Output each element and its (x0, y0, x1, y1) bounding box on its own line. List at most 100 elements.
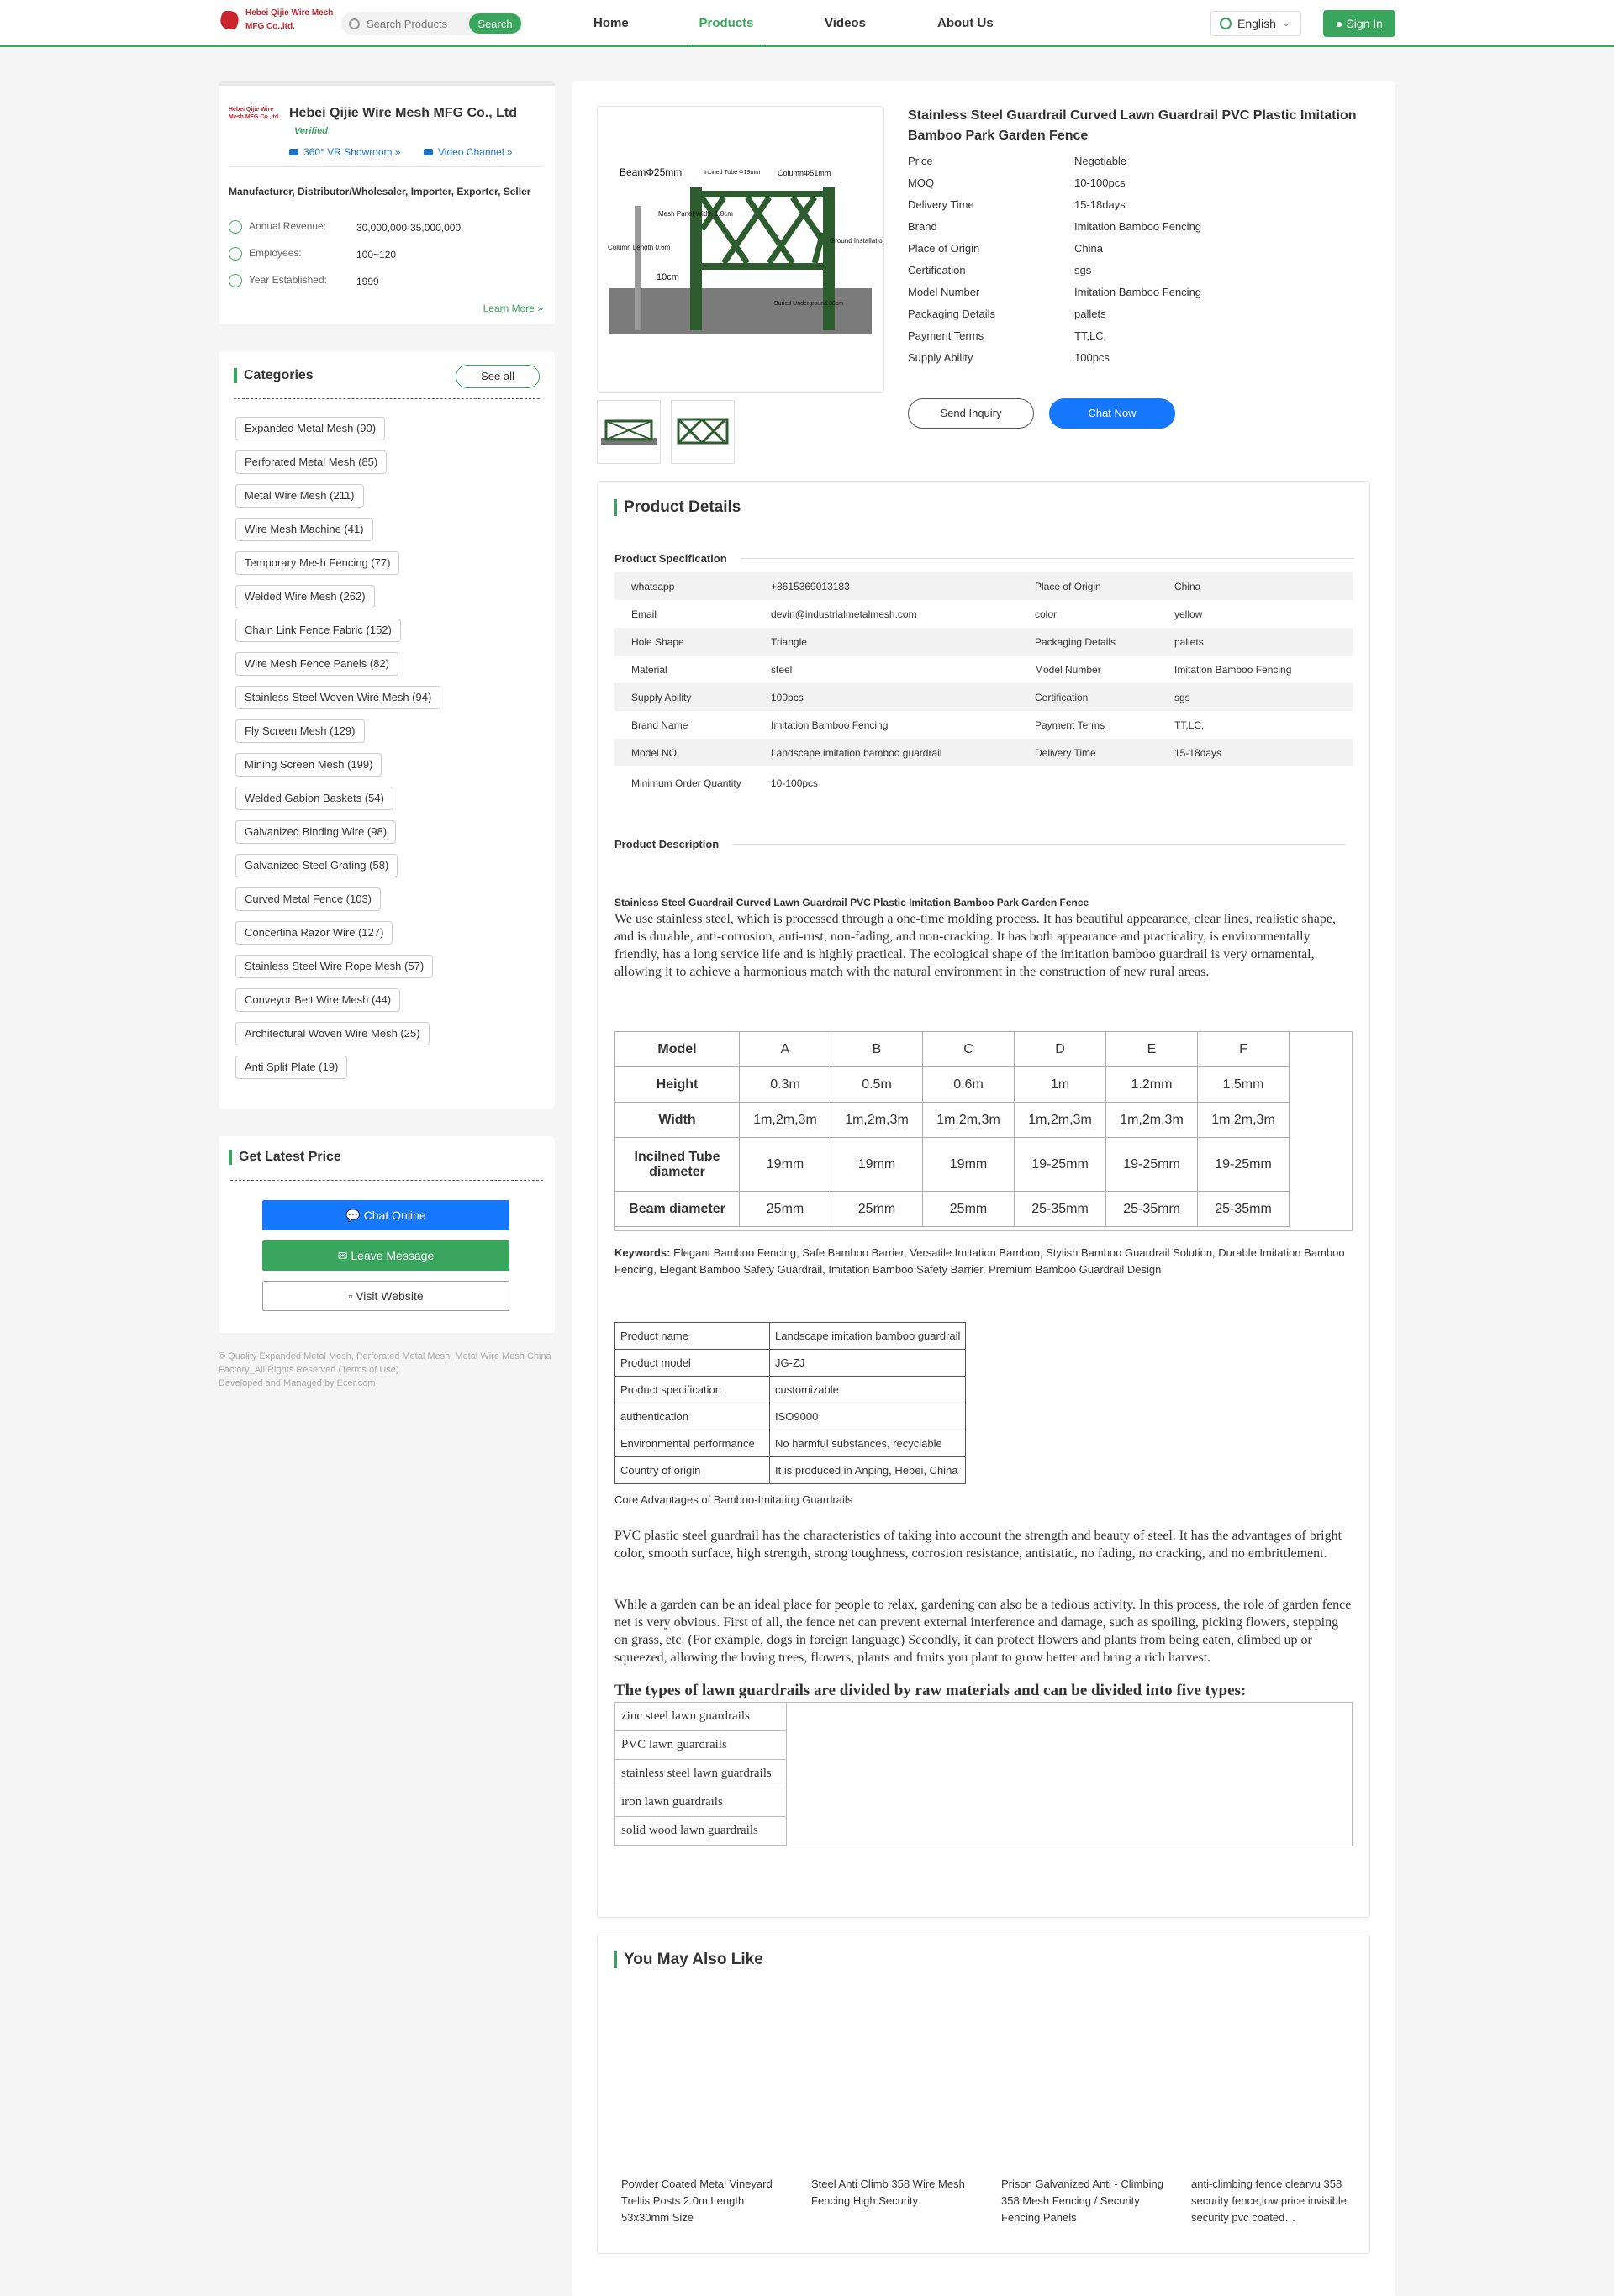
related-product-image[interactable] (1001, 2003, 1169, 2171)
category-item[interactable]: Metal Wire Mesh (211) (235, 484, 364, 508)
table-row: Brand Name Imitation Bamboo Fencing Paymen… (631, 719, 1205, 731)
video-channel-label: Video Channel (438, 146, 504, 158)
visit-website-label: Visit Website (356, 1289, 424, 1303)
category-item[interactable]: Temporary Mesh Fencing (77) (235, 551, 400, 575)
footer-copyright: © Quality Expanded Metal Mesh, Perforate… (219, 1351, 551, 1375)
divider (234, 398, 540, 399)
chat-now-button[interactable]: Chat Now (1049, 398, 1175, 429)
attr-key: Payment Terms (908, 329, 984, 342)
category-item[interactable]: Galvanized Binding Wire (98) (235, 820, 397, 844)
category-item[interactable]: Fly Screen Mesh (129) (235, 719, 365, 743)
attr-value: 15-18days (1074, 198, 1126, 211)
related-product-card[interactable]: Prison Galvanized Anti - Climbing 358 Me… (1001, 2003, 1169, 2226)
related-product-image[interactable] (1191, 2003, 1359, 2171)
attr-key: Packaging Details (908, 308, 996, 320)
see-all-button[interactable]: See all (456, 365, 540, 388)
related-product-card[interactable]: Powder Coated Metal Vineyard Trellis Pos… (621, 2003, 789, 2226)
paragraph-garden: While a garden can be an ideal place for… (614, 1598, 1352, 1665)
category-item[interactable]: Wire Mesh Machine (41) (235, 518, 373, 541)
divider (230, 1180, 543, 1181)
attr-key: Brand (908, 220, 937, 233)
category-item[interactable]: Architectural Woven Wire Mesh (25) (235, 1022, 430, 1045)
video-icon (424, 149, 433, 155)
table-row: Environmental performance No harmful subs… (614, 1430, 967, 1457)
nav-videos[interactable]: Videos (825, 0, 866, 47)
category-item[interactable]: Mining Screen Mesh (199) (235, 753, 382, 777)
category-item[interactable]: Conveyor Belt Wire Mesh (44) (235, 988, 401, 1012)
category-item[interactable]: Anti Split Plate (19) (235, 1056, 348, 1079)
related-product-image[interactable] (811, 2003, 979, 2171)
attr-key: Certification (908, 264, 966, 276)
nav-home[interactable]: Home (593, 0, 629, 47)
company-logo[interactable]: Hebei Qijie Wire Mesh MFG Co.,ltd. (229, 106, 287, 129)
category-item[interactable]: Expanded Metal Mesh (90) (235, 417, 386, 440)
label-tube: Incined Tube Φ19mm (704, 170, 760, 176)
site-logo[interactable]: Hebei Qijie Wire Mesh MFG Co.,ltd. (218, 7, 334, 34)
description-heading: Product Description (614, 838, 1347, 850)
related-product-card[interactable]: anti-climbing fence clearvu 358 security… (1191, 2003, 1359, 2226)
category-item[interactable]: Stainless Steel Woven Wire Mesh (94) (235, 686, 441, 709)
chat-online-button[interactable]: 💬 Chat Online (262, 1200, 509, 1230)
product-details-section: Product Details Product Specification wh… (597, 481, 1370, 1918)
chat-online-label: Chat Online (363, 1209, 426, 1222)
spec-heading: Product Specification (614, 552, 1354, 565)
keywords-text: Elegant Bamboo Fencing, Safe Bamboo Barr… (614, 1246, 1345, 1276)
search-input[interactable] (367, 17, 459, 30)
table-row: Minimum Order Quantity 10-100pcs (631, 777, 819, 789)
nav-about-us[interactable]: About Us (937, 0, 994, 47)
table-row: Supply Ability 100pcs Certification sgs (614, 683, 1353, 711)
company-name[interactable]: Hebei Qijie Wire Mesh MFG Co., Ltd (289, 106, 517, 121)
user-icon: ● (1336, 17, 1343, 30)
category-item[interactable]: Wire Mesh Fence Panels (82) (235, 652, 398, 676)
attr-row: Packaging Details pallets (908, 308, 1106, 320)
related-product-title[interactable]: Prison Galvanized Anti - Climbing 358 Me… (1001, 2176, 1169, 2226)
category-item[interactable]: Chain Link Fence Fabric (152) (235, 619, 401, 642)
learn-more-link[interactable]: Learn More » (483, 303, 543, 314)
latest-price-title: Get Latest Price (229, 1150, 341, 1165)
category-item[interactable]: Galvanized Steel Grating (58) (235, 854, 398, 877)
thumbnail-1[interactable] (597, 400, 661, 464)
product-main-image[interactable]: BeamΦ25mm Incined Tube Φ19mm ColumnΦ51mm… (597, 106, 926, 393)
language-selector[interactable]: English ⌄ (1210, 11, 1301, 36)
related-product-title[interactable]: Powder Coated Metal Vineyard Trellis Pos… (621, 2176, 789, 2226)
category-item[interactable]: Welded Wire Mesh (262) (235, 585, 375, 608)
category-item[interactable]: Concertina Razor Wire (127) (235, 921, 393, 945)
sign-in-button[interactable]: ● Sign In (1323, 10, 1395, 37)
related-product-title[interactable]: Steel Anti Climb 358 Wire Mesh Fencing H… (811, 2176, 979, 2226)
category-item[interactable]: Curved Metal Fence (103) (235, 887, 382, 911)
product-details-title: Product Details (614, 498, 741, 517)
related-product-title[interactable]: anti-climbing fence clearvu 358 security… (1191, 2176, 1359, 2226)
table-row: whatsapp +8615369013183 Place of Origin Chi… (614, 572, 1353, 600)
also-like-title: You May Also Like (614, 1951, 763, 1969)
table-row: Product model JG-ZJ (614, 1349, 967, 1377)
spec-table: whatsapp +8615369013183 Place of Origin Chi… (614, 572, 1353, 800)
category-item[interactable]: Stainless Steel Wire Rope Mesh (57) (235, 955, 434, 978)
category-item[interactable]: Welded Gabion Baskets (54) (235, 787, 393, 810)
nav-products[interactable]: Products (689, 0, 763, 47)
visit-website-button[interactable]: ▫ Visit Website (262, 1281, 509, 1311)
footer-developed-by[interactable]: Developed and Managed by Ecer.com (219, 1377, 555, 1390)
video-channel-link[interactable]: Video Channel » (424, 146, 513, 158)
vr-showroom-link[interactable]: 360° VR Showroom » (289, 146, 401, 158)
attr-row: Certification sgs (908, 264, 1091, 276)
attr-value: 100pcs (1074, 351, 1110, 364)
stat-year-established: Year Established: 1999 (229, 274, 379, 287)
category-item[interactable]: Perforated Metal Mesh (85) (235, 450, 388, 474)
related-product-image[interactable] (621, 2003, 789, 2171)
attr-value: Imitation Bamboo Fencing (1074, 286, 1202, 298)
attr-row: Brand Imitation Bamboo Fencing (908, 220, 1201, 233)
keywords-label: Keywords: (614, 1246, 671, 1259)
also-like-title-text: You May Also Like (624, 1951, 763, 1968)
attr-key: Price (908, 155, 933, 167)
product-title: Stainless Steel Guardrail Curved Lawn Gu… (908, 108, 1357, 143)
stat-label: Employees: (249, 247, 302, 260)
attr-row: Place of Origin China (908, 242, 1103, 255)
thumbnail-2[interactable] (671, 400, 735, 464)
attr-value: 10-100pcs (1074, 176, 1126, 189)
leave-message-button[interactable]: ✉ Leave Message (262, 1240, 509, 1271)
related-product-card[interactable]: Steel Anti Climb 358 Wire Mesh Fencing H… (811, 2003, 979, 2226)
language-label: English (1237, 17, 1276, 30)
send-inquiry-button[interactable]: Send Inquiry (908, 398, 1034, 429)
search-button[interactable]: Search (469, 13, 521, 34)
label-buried: Buried Underground 30cm (774, 301, 843, 307)
